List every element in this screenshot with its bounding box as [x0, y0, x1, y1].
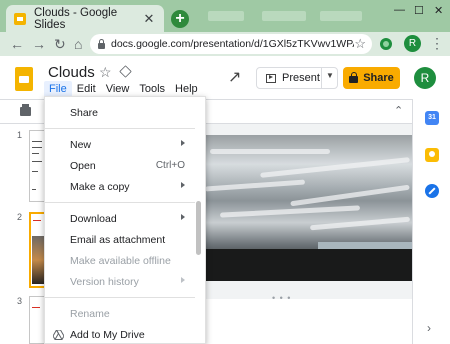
- lock-icon: [349, 72, 359, 83]
- account-avatar[interactable]: R: [414, 67, 436, 89]
- clouds-photo[interactable]: [200, 135, 420, 281]
- submenu-arrow-icon: [181, 182, 185, 188]
- drive-icon: [53, 330, 64, 340]
- minimize-button[interactable]: —: [394, 4, 405, 16]
- slide-number: 3: [17, 296, 23, 306]
- print-icon[interactable]: [20, 104, 31, 116]
- menu-item-email-as-attachment[interactable]: Email as attachment: [45, 230, 207, 250]
- reload-icon[interactable]: ↻: [54, 35, 66, 53]
- present-button[interactable]: Present ▼: [256, 67, 338, 89]
- url-input[interactable]: docs.google.com/presentation/d/1GXl5zTKV…: [90, 34, 372, 54]
- file-menu-dropdown: Share New Open Ctrl+O Make a copy Downlo…: [44, 96, 206, 344]
- slide-number: 2: [17, 212, 23, 222]
- menu-scrollbar[interactable]: [196, 201, 201, 255]
- menu-edit[interactable]: Edit: [72, 81, 101, 97]
- home-icon[interactable]: ⌂: [74, 35, 82, 53]
- tab-title: Clouds - Google Slides: [34, 6, 118, 31]
- browser-profile-avatar[interactable]: R: [404, 35, 421, 52]
- present-icon: [266, 73, 276, 83]
- background-tab[interactable]: [262, 11, 306, 21]
- menu-item-open[interactable]: Open Ctrl+O: [45, 156, 207, 176]
- maximize-button[interactable]: ☐: [414, 4, 424, 17]
- submenu-arrow-icon: [181, 214, 185, 220]
- tab-close-icon[interactable]: ✕: [140, 11, 158, 27]
- menu-item-new[interactable]: New: [45, 135, 207, 155]
- new-tab-button[interactable]: +: [171, 10, 189, 28]
- browser-menu-icon[interactable]: ⋮: [430, 35, 444, 52]
- keep-icon[interactable]: [425, 148, 439, 162]
- slide-number: 1: [17, 130, 23, 140]
- menu-help[interactable]: Help: [170, 81, 203, 97]
- present-label: Present: [282, 72, 320, 84]
- star-icon[interactable]: ☆: [99, 64, 112, 81]
- menu-divider: [45, 128, 195, 129]
- url-text: docs.google.com/presentation/d/1GXl5zTKV…: [111, 38, 355, 50]
- menu-item-make-a-copy[interactable]: Make a copy: [45, 177, 207, 197]
- menu-item-make-available-offline[interactable]: Make available offline: [45, 251, 207, 271]
- browser-tab[interactable]: Clouds - Google Slides ✕: [6, 5, 164, 32]
- background-tab[interactable]: [320, 11, 362, 21]
- menu-tools[interactable]: Tools: [134, 81, 170, 97]
- address-bar-row: ← → ↻ ⌂ docs.google.com/presentation/d/1…: [0, 32, 450, 56]
- menu-item-download[interactable]: Download: [45, 209, 207, 229]
- window-close-button[interactable]: ✕: [434, 4, 443, 17]
- browser-tab-bar: Clouds - Google Slides ✕ + — ☐ ✕: [0, 0, 450, 32]
- submenu-arrow-icon: [181, 277, 185, 283]
- bookmark-star-icon[interactable]: ☆: [354, 36, 366, 52]
- menu-divider: [45, 297, 195, 298]
- menu-bar: File Edit View Tools Help: [44, 81, 203, 97]
- menu-item-version-history[interactable]: Version history: [45, 272, 207, 292]
- background-tab[interactable]: [208, 11, 244, 21]
- slide-filmstrip: 1 2 3: [0, 124, 46, 344]
- hide-menus-chevron-icon[interactable]: ⌃: [394, 104, 403, 117]
- submenu-arrow-icon: [181, 140, 185, 146]
- activity-dashboard-icon[interactable]: ↗: [228, 67, 241, 87]
- calendar-icon[interactable]: 31: [425, 111, 439, 125]
- current-slide[interactable]: [200, 135, 420, 281]
- present-options-chevron-icon[interactable]: ▼: [326, 71, 334, 80]
- expand-side-panel-chevron-icon[interactable]: ›: [427, 321, 431, 335]
- share-button[interactable]: Share: [343, 67, 400, 89]
- shortcut-label: Ctrl+O: [155, 160, 185, 171]
- slides-logo-icon[interactable]: [15, 67, 33, 91]
- extension-icon[interactable]: [380, 38, 392, 50]
- document-title[interactable]: Clouds: [48, 64, 95, 81]
- menu-divider: [45, 202, 195, 203]
- menu-item-rename[interactable]: Rename: [45, 304, 207, 324]
- speaker-notes-area[interactable]: [200, 299, 412, 344]
- tasks-icon[interactable]: [425, 184, 439, 198]
- slides-favicon-icon: [14, 12, 26, 25]
- back-icon[interactable]: ←: [10, 35, 24, 53]
- lock-icon: [98, 38, 105, 49]
- menu-view[interactable]: View: [101, 81, 135, 97]
- menu-item-add-to-my-drive[interactable]: Add to My Drive: [45, 325, 207, 344]
- share-label: Share: [363, 72, 394, 84]
- move-to-drive-icon[interactable]: [119, 65, 132, 78]
- forward-icon[interactable]: →: [32, 35, 46, 53]
- menu-file[interactable]: File: [44, 81, 72, 97]
- menu-item-share[interactable]: Share: [45, 103, 207, 123]
- side-panel: 31 ›: [412, 99, 450, 344]
